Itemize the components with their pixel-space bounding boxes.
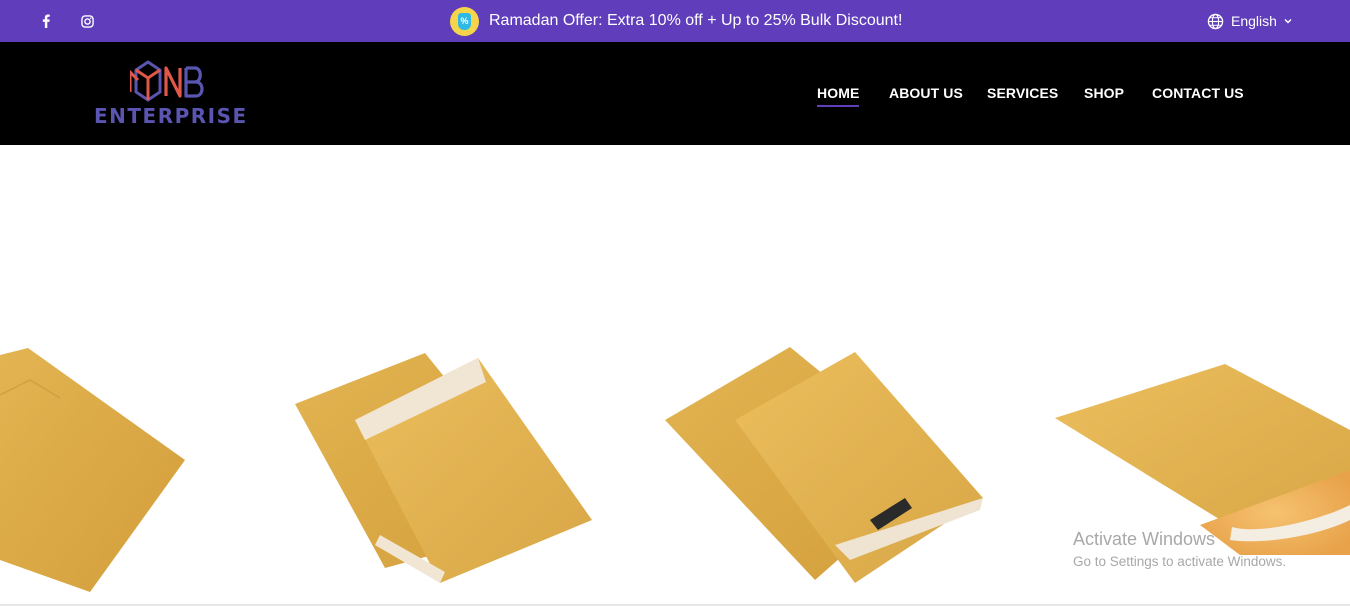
logo[interactable]: ENTERPRISE — [92, 58, 246, 132]
nav-services[interactable]: SERVICES — [987, 85, 1058, 101]
facebook-icon — [42, 14, 50, 28]
announcement-bar: % Ramadan Offer: Extra 10% off + Up to 2… — [0, 0, 1350, 42]
language-label: English — [1231, 13, 1277, 29]
logo-wordmark: ENTERPRISE — [94, 104, 248, 128]
globe-icon — [1207, 13, 1224, 29]
facebook-link[interactable] — [34, 0, 58, 42]
instagram-icon — [80, 14, 94, 28]
discount-badge-icon: % — [450, 6, 479, 36]
envelope-product-image — [0, 347, 1350, 592]
language-selector[interactable]: English — [1207, 0, 1292, 42]
hero-banner — [0, 145, 1350, 606]
nav-home[interactable]: HOME — [817, 85, 860, 107]
offer-text: Ramadan Offer: Extra 10% off + Up to 25%… — [489, 12, 903, 29]
chevron-down-icon — [1284, 18, 1292, 24]
offer-banner[interactable]: % Ramadan Offer: Extra 10% off + Up to 2… — [450, 5, 902, 37]
nav-shop[interactable]: SHOP — [1084, 85, 1124, 101]
nav-about-us[interactable]: ABOUT US — [889, 85, 963, 101]
instagram-link[interactable] — [75, 0, 99, 42]
nav-contact-us[interactable]: CONTACT US — [1152, 85, 1244, 101]
logo-mark-icon — [130, 60, 204, 102]
site-header: ENTERPRISE HOME ABOUT US SERVICES SHOP C… — [0, 42, 1350, 145]
discount-tag: % — [458, 12, 471, 30]
